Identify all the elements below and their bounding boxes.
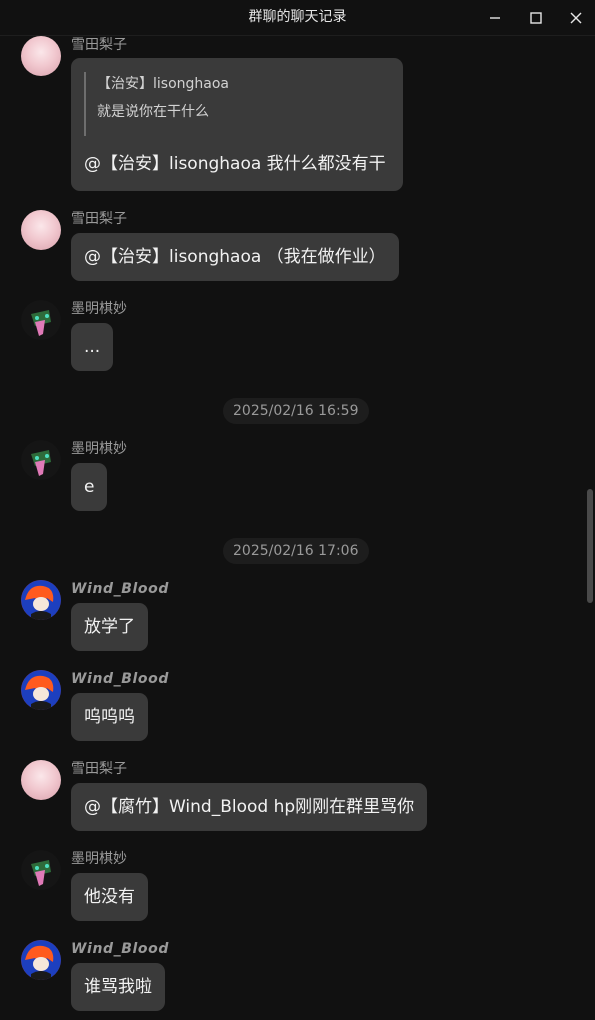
message-text: @【腐竹】Wind_Blood hp刚刚在群里骂你 (84, 797, 415, 817)
title-bar: 群聊的聊天记录 (0, 0, 595, 36)
maximize-button[interactable] (516, 0, 556, 35)
message-text: 放学了 (84, 617, 135, 637)
message-text: 呜呜呜 (84, 707, 135, 727)
avatar[interactable] (21, 850, 61, 890)
avatar[interactable] (21, 36, 61, 76)
scrollbar-thumb[interactable] (587, 489, 593, 603)
message-text: @【治安】lisonghaoa （我在做作业） (84, 247, 386, 267)
avatar-art (21, 440, 61, 480)
sender-name: 雪田梨子 (71, 211, 127, 227)
sender-name: 墨明棋妙 (71, 441, 127, 457)
avatar-art (21, 940, 61, 980)
message-item: Wind_Blood 谁骂我啦 (0, 940, 595, 1012)
timestamp-text: 2025/02/16 16:59 (233, 403, 359, 419)
avatar-art (21, 850, 61, 890)
quote-text: 就是说你在干什么 (97, 104, 209, 120)
avatar[interactable] (21, 300, 61, 340)
message-bubble[interactable]: ... (71, 323, 114, 371)
avatar[interactable] (21, 440, 61, 480)
message-bubble[interactable]: 呜呜呜 (71, 693, 148, 741)
scrollbar[interactable] (585, 36, 595, 1020)
timestamp-divider: 2025/02/16 17:06 (223, 538, 369, 564)
sender-name: 雪田梨子 (71, 761, 127, 777)
avatar[interactable] (21, 670, 61, 710)
avatar[interactable] (21, 940, 61, 980)
message-bubble[interactable]: @【治安】lisonghaoa （我在做作业） (71, 233, 399, 281)
sender-name: 墨明棋妙 (71, 301, 127, 317)
sender-name: 墨明棋妙 (71, 851, 127, 867)
message-text: @【治安】lisonghaoa 我什么都没有干 (84, 154, 386, 174)
avatar-art (21, 300, 61, 340)
avatar-art (21, 580, 61, 620)
sender-name: Wind_Blood (71, 671, 169, 687)
avatar[interactable] (21, 580, 61, 620)
message-text: 谁骂我啦 (84, 977, 152, 997)
message-text: ... (84, 337, 101, 357)
minimize-button[interactable] (475, 0, 515, 35)
sender-name: 雪田梨子 (71, 37, 127, 53)
timestamp-divider: 2025/02/16 16:59 (223, 398, 369, 424)
message-item: 雪田梨子 @【治安】lisonghaoa （我在做作业） (0, 210, 595, 282)
close-button[interactable] (556, 0, 595, 35)
timestamp-text: 2025/02/16 17:06 (233, 543, 359, 559)
maximize-icon (530, 11, 542, 24)
quote-author: 【治安】lisonghaoa (97, 76, 229, 92)
message-item: 墨明棋妙 e (0, 440, 595, 512)
message-bubble[interactable]: 放学了 (71, 603, 148, 651)
message-bubble[interactable]: 【治安】lisonghaoa 就是说你在干什么 @【治安】lisonghaoa … (71, 58, 403, 191)
minimize-icon (490, 16, 500, 19)
message-item: 雪田梨子 @【腐竹】Wind_Blood hp刚刚在群里骂你 (0, 760, 595, 832)
message-item: 墨明棋妙 他没有 (0, 850, 595, 922)
message-text: e (84, 477, 95, 497)
message-item: Wind_Blood 呜呜呜 (0, 670, 595, 742)
message-bubble[interactable]: @【腐竹】Wind_Blood hp刚刚在群里骂你 (71, 783, 428, 831)
message-bubble[interactable]: 谁骂我啦 (71, 963, 165, 1011)
message-bubble[interactable]: e (71, 463, 108, 511)
close-icon (570, 12, 582, 23)
sender-name: Wind_Blood (71, 581, 169, 597)
quote-bar (84, 72, 86, 136)
avatar[interactable] (21, 210, 61, 250)
message-item: 雪田梨子 【治安】lisonghaoa 就是说你在干什么 @【治安】lisong… (0, 36, 595, 196)
message-bubble[interactable]: 他没有 (71, 873, 148, 921)
message-item: Wind_Blood 放学了 (0, 580, 595, 652)
avatar-art (21, 670, 61, 710)
chat-history[interactable]: 雪田梨子 【治安】lisonghaoa 就是说你在干什么 @【治安】lisong… (0, 36, 595, 1020)
message-item: 墨明棋妙 ... (0, 300, 595, 372)
message-text: 他没有 (84, 887, 135, 907)
sender-name: Wind_Blood (71, 941, 169, 957)
avatar[interactable] (21, 760, 61, 800)
